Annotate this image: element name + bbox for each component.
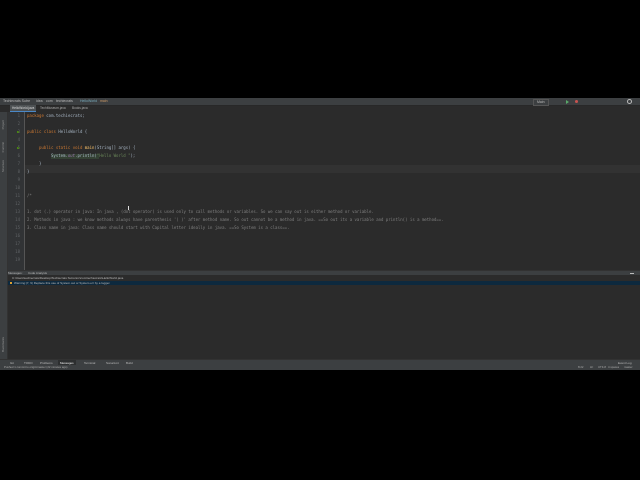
status-bar: Pushed 1 commit to origin/master (22 min… <box>0 365 640 370</box>
messages-panel: C:\Users\techiecrats\Desktop\Techiecrats… <box>8 275 640 359</box>
tool-commit[interactable]: Commit <box>1 142 5 152</box>
code-line-close-method: } <box>39 161 42 166</box>
line-number: 12 <box>15 201 20 206</box>
current-line-highlight <box>25 165 640 173</box>
code-editor[interactable]: package com.techiecrats; public class He… <box>25 112 640 270</box>
line-number: 4 <box>17 137 20 142</box>
line-number: 8 <box>17 169 20 174</box>
file-encoding[interactable]: UTF-8 <box>598 365 606 370</box>
line-number: 18 <box>15 249 20 254</box>
line-number: 19 <box>15 257 20 262</box>
line-number: 13 <box>15 209 20 214</box>
indent-setting[interactable]: 4 spaces <box>608 365 619 370</box>
line-number: 1 <box>17 113 20 118</box>
status-message[interactable]: Pushed 1 commit to origin/master (22 min… <box>4 365 67 370</box>
breadcrumb-com[interactable]: com <box>46 98 53 105</box>
text-cursor <box>128 206 129 210</box>
project-name[interactable]: Techiecrats Sutre <box>3 98 30 105</box>
line-number: 2 <box>17 121 20 126</box>
search-icon[interactable] <box>627 99 632 104</box>
git-branch[interactable]: master <box>624 365 633 370</box>
message-file-path[interactable]: C:\Users\techiecrats\Desktop\Techiecrats… <box>12 276 123 280</box>
line-number: 7 <box>17 161 20 166</box>
line-ending[interactable]: LF <box>590 365 593 370</box>
warning-icon <box>10 282 12 284</box>
code-comment-1: 1. dot (.) operator in java: In java , (… <box>27 209 374 214</box>
run-icon[interactable] <box>566 99 569 104</box>
run-class-icon[interactable] <box>17 130 20 133</box>
line-number: 9 <box>17 177 20 182</box>
tab-books[interactable]: Books.java <box>70 105 90 111</box>
code-line-println: System.out.println("Hello World "); <box>51 153 136 159</box>
line-gutter: 1 2 3 4 5 6 7 8 9 10 11 12 13 14 15 16 1… <box>8 112 24 270</box>
code-comment-3: 3. Class name in java: Class name should… <box>27 225 290 230</box>
tool-bookmarks[interactable]: Bookmarks <box>1 337 5 352</box>
breadcrumb-package[interactable]: techiecrats <box>56 98 73 105</box>
breadcrumb-class[interactable]: HelloWorld <box>80 98 97 105</box>
message-warning[interactable]: Warning:(7, 9) Replace this use of Syste… <box>14 281 110 285</box>
caret-position[interactable]: 8:22 <box>578 365 583 370</box>
line-number: 14 <box>15 217 20 222</box>
debug-icon[interactable] <box>575 99 578 103</box>
breadcrumb-idea[interactable]: idea <box>36 98 43 105</box>
editor-tabs: HelloWorld.java TechMuseum.java Books.ja… <box>8 105 640 112</box>
code-line-package: package com.techiecrats; <box>27 113 85 118</box>
left-tool-strip: Project Commit Structure Bookmarks <box>0 112 8 370</box>
tab-helloworld[interactable]: HelloWorld.java <box>10 105 37 112</box>
tab-techmuseum[interactable]: TechMuseum.java <box>38 105 68 111</box>
line-number: 16 <box>15 233 20 238</box>
line-number: 10 <box>15 185 20 190</box>
breadcrumb-method[interactable]: main <box>100 98 108 105</box>
tool-structure[interactable]: Structure <box>1 160 5 172</box>
minimize-icon[interactable] <box>630 272 634 274</box>
line-number: 17 <box>15 241 20 246</box>
code-line-close-class: } <box>27 169 30 174</box>
ide-window: Techiecrats Sutre idea com techiecrats H… <box>0 98 640 370</box>
line-number: 11 <box>15 193 20 198</box>
line-number: 6 <box>17 153 20 158</box>
code-line-main: public static void main(String[] args) { <box>39 145 136 150</box>
tool-project[interactable]: Project <box>1 120 5 129</box>
line-number: 15 <box>15 225 20 230</box>
code-comment-2: 2. Methods in java : we know methods alw… <box>27 217 444 222</box>
code-comment-open: /* <box>27 193 32 198</box>
run-main-icon[interactable] <box>17 146 20 149</box>
code-line-class: public class HelloWorld { <box>27 129 88 134</box>
